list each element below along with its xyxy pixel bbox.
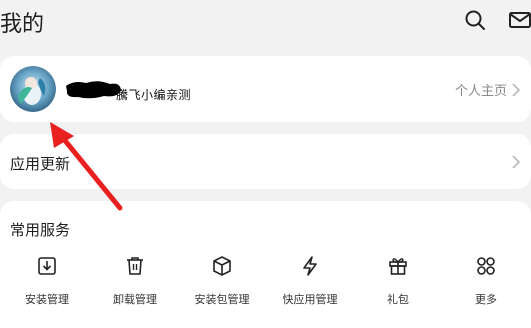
service-package-management[interactable]: 安装包管理 bbox=[178, 255, 266, 307]
services-title: 常用服务 bbox=[10, 221, 71, 239]
page-title: 我的 bbox=[0, 12, 45, 37]
package-icon bbox=[211, 255, 233, 277]
redacted-name bbox=[64, 78, 122, 100]
search-icon[interactable] bbox=[463, 8, 487, 32]
personal-homepage-link[interactable]: 个人主页 bbox=[455, 80, 521, 99]
service-uninstall-management[interactable]: 卸载管理 bbox=[91, 255, 179, 307]
service-label: 礼包 bbox=[387, 293, 409, 306]
service-label: 安装管理 bbox=[25, 293, 69, 306]
chevron-right-icon bbox=[511, 82, 521, 97]
home-link-label: 个人主页 bbox=[454, 84, 507, 99]
service-gift[interactable]: 礼包 bbox=[354, 255, 442, 307]
flash-icon bbox=[299, 255, 321, 277]
app-update-row[interactable] bbox=[0, 134, 531, 189]
app-update-label: 应用更新 bbox=[10, 155, 71, 173]
mail-icon[interactable] bbox=[507, 8, 531, 32]
service-label: 安装包管理 bbox=[194, 293, 250, 306]
grid-icon bbox=[475, 255, 497, 277]
username: 騰飞小编亲测 bbox=[116, 88, 192, 102]
service-label: 卸载管理 bbox=[113, 293, 157, 306]
chevron-right-icon bbox=[511, 155, 521, 169]
service-install-management[interactable]: 安装管理 bbox=[3, 255, 91, 307]
service-label: 快应用管理 bbox=[282, 293, 338, 306]
service-label: 更多 bbox=[475, 293, 497, 306]
trash-icon bbox=[124, 255, 146, 277]
gift-icon bbox=[387, 255, 409, 277]
install-icon bbox=[36, 255, 58, 277]
service-quick-app-management[interactable]: 快应用管理 bbox=[266, 255, 354, 307]
service-more[interactable]: 更多 bbox=[442, 255, 530, 307]
avatar[interactable] bbox=[10, 66, 56, 112]
